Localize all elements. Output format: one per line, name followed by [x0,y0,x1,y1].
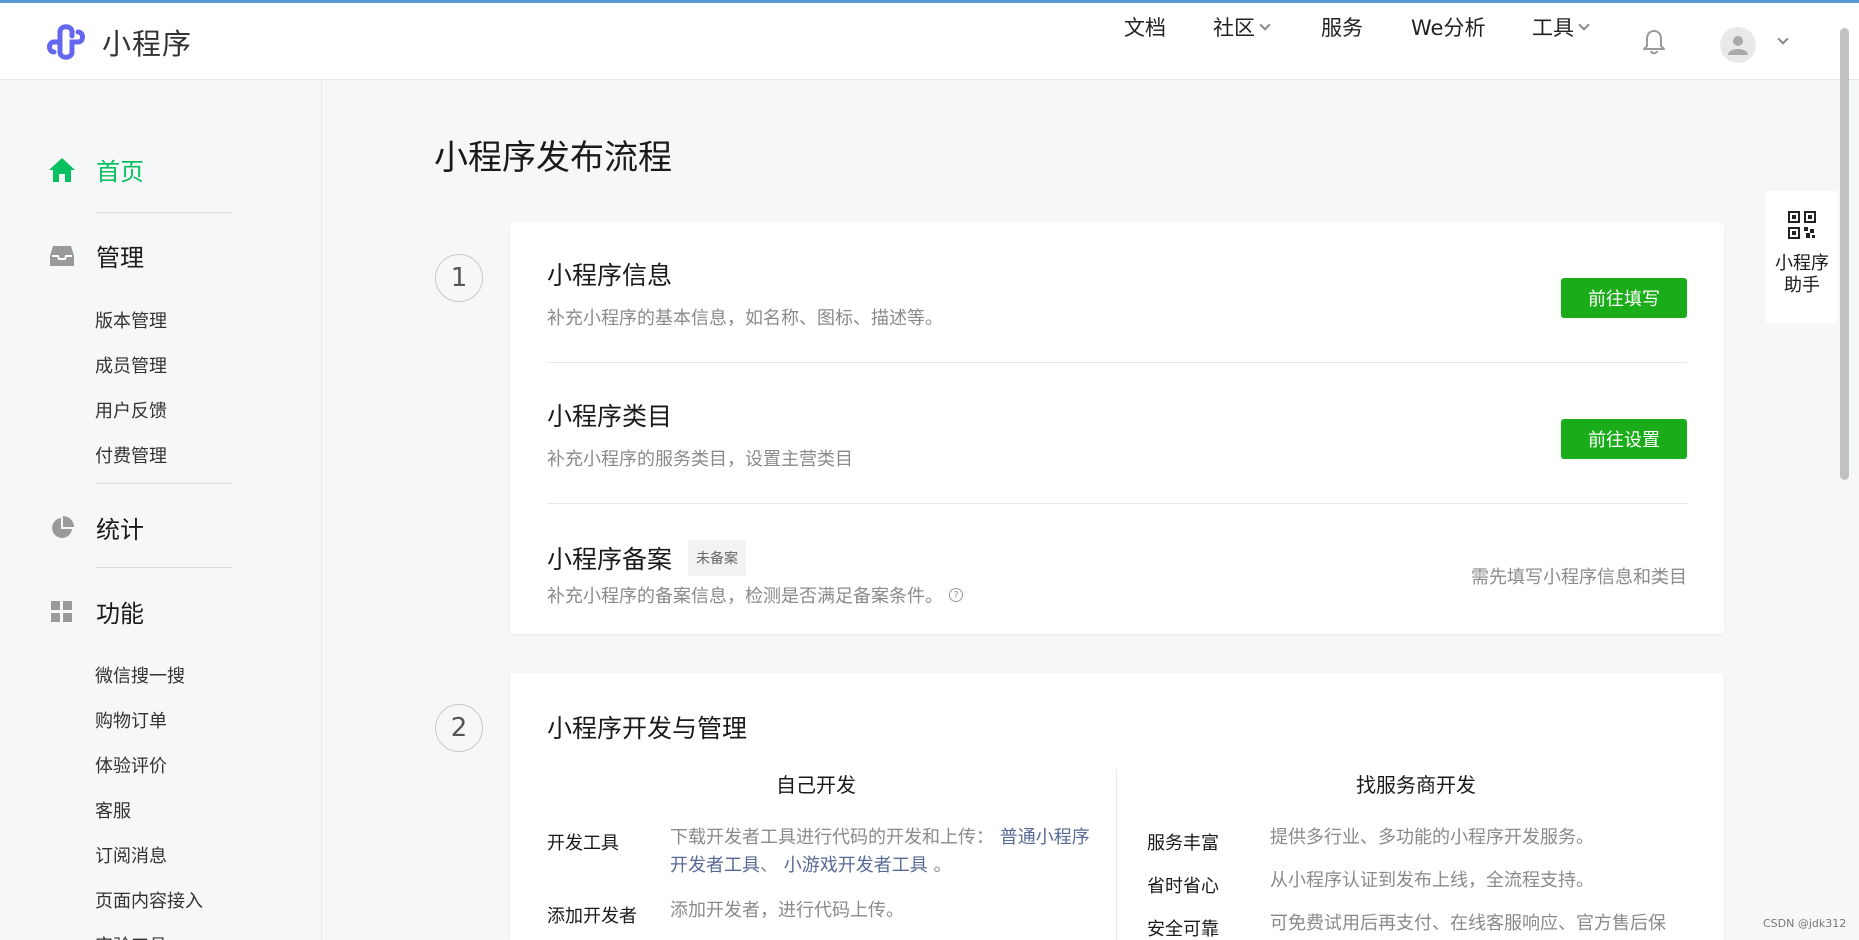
sidebar-item-label: 管理 [96,244,144,272]
app-logo[interactable]: 小程序 [46,21,192,63]
item-value: 可免费试用后再支付、在线客服响应、官方售后保 [1270,913,1666,934]
watermark: CSDN @jdk312 [1763,917,1847,930]
step1-card: 小程序信息 补充小程序的基本信息，如名称、图标、描述等。 前往填写 小程序类目 … [510,222,1724,634]
sidebar-subitem-reviews[interactable]: 体验评价 [95,752,167,778]
status-badge: 未备案 [688,540,747,576]
row-divider [547,362,1687,363]
account-chevron-down-icon[interactable] [1777,33,1789,45]
category-row: 小程序类目 补充小程序的服务类目，设置主营类目 [547,397,1687,471]
miniprogram-logo-icon [47,24,85,60]
chevron-down-icon [1259,19,1271,31]
chevron-down-icon [1578,19,1590,31]
sidebar-subitem-page-content[interactable]: 页面内容接入 [95,887,203,913]
row-desc-text: 补充小程序的备案信息，检测是否满足备案条件。 [547,586,943,607]
item-end: 。 [933,855,952,876]
help-icon[interactable]: ? [949,588,963,602]
filing-hint: 需先填写小程序信息和类目 [1471,567,1687,588]
sidebar-item-stats[interactable]: 统计 [48,510,144,545]
item-value: 下载开发者工具进行代码的开发和上传： 普通小程序开发者工具、 小游戏开发者工具 … [670,824,1090,880]
nav-docs[interactable]: 文档 [1124,12,1166,42]
page-scrollbar[interactable] [1840,28,1849,480]
nav-services[interactable]: 服务 [1321,12,1363,42]
row-title: 小程序类目 [547,402,673,431]
nav-tools[interactable]: 工具 [1532,12,1590,42]
grid-icon [48,598,76,626]
sidebar-item-home[interactable]: 首页 [48,152,144,187]
qr-code-icon [1788,211,1816,239]
column-divider [1116,769,1117,940]
vendor-dev-heading: 找服务商开发 [1356,773,1476,797]
sidebar-item-label: 首页 [96,158,144,186]
sidebar-subitem-payment[interactable]: 付费管理 [95,442,167,468]
sidebar-item-manage[interactable]: 管理 [48,238,144,273]
user-avatar-icon[interactable] [1720,27,1756,63]
sidebar-subitem-customer-service[interactable]: 客服 [95,797,131,823]
user-icon [1728,36,1748,55]
top-navbar: 小程序 文档 社区 服务 We分析 工具 [0,0,1859,80]
inbox-icon [48,242,76,270]
sidebar: 首页 管理 版本管理 成员管理 用户反馈 付费管理 统计 功能 微信搜一搜 购物… [0,80,322,940]
row-title-text: 小程序备案 [547,545,673,574]
sidebar-divider [95,212,233,213]
item-value: 提供多行业、多功能的小程序开发服务。 [1270,827,1594,848]
item-value: 从小程序认证到发布上线，全流程支持。 [1270,870,1594,891]
pie-chart-icon [48,514,76,542]
row-divider [547,503,1687,504]
sidebar-item-label: 功能 [96,600,144,628]
sidebar-subitem-subscribe-messages[interactable]: 订阅消息 [95,842,167,868]
item-value: 添加开发者，进行代码上传。 [670,900,904,921]
sidebar-divider [95,567,233,568]
row-desc: 补充小程序的基本信息，如名称、图标、描述等。 [547,308,943,329]
minigame-devtools-link[interactable]: 小游戏开发者工具 [784,855,928,876]
step-number: 2 [435,704,483,752]
sidebar-item-features[interactable]: 功能 [48,594,144,629]
item-text: 下载开发者工具进行代码的开发和上传： [670,827,994,848]
miniprogram-helper[interactable]: 小程序助手 [1766,191,1838,323]
item-key: 省时省心 [1147,876,1219,897]
item-key: 添加开发者 [547,906,637,927]
sidebar-subitem-orders[interactable]: 购物订单 [95,707,167,733]
sidebar-subitem-wechat-search[interactable]: 微信搜一搜 [95,662,185,688]
sidebar-divider [95,483,233,484]
link-separator: 、 [760,855,778,876]
set-category-button[interactable]: 前往设置 [1561,419,1687,459]
sidebar-subitem-experiment-tools[interactable]: 实验工具 [95,932,167,940]
item-key: 安全可靠 [1147,919,1219,940]
page-title: 小程序发布流程 [434,138,672,178]
step2-card: 小程序开发与管理 自己开发 找服务商开发 开发工具 下载开发者工具进行代码的开发… [510,673,1724,940]
step-number: 1 [435,254,483,302]
sidebar-subitem-version[interactable]: 版本管理 [95,307,167,333]
sidebar-subitem-members[interactable]: 成员管理 [95,352,167,378]
section-title: 小程序开发与管理 [547,714,748,743]
helper-label: 小程序助手 [1775,253,1829,296]
nav-we-analytics[interactable]: We分析 [1411,12,1485,42]
info-row: 小程序信息 补充小程序的基本信息，如名称、图标、描述等。 [547,256,1687,330]
fill-info-button[interactable]: 前往填写 [1561,278,1687,318]
bell-icon[interactable] [1643,29,1665,55]
home-icon [48,156,76,184]
item-key: 服务丰富 [1147,833,1219,854]
sidebar-item-label: 统计 [96,516,144,544]
app-name: 小程序 [102,27,193,61]
row-title: 小程序信息 [547,261,673,290]
nav-community[interactable]: 社区 [1213,12,1271,42]
self-dev-heading: 自己开发 [776,773,856,797]
sidebar-subitem-feedback[interactable]: 用户反馈 [95,397,167,423]
row-desc: 补充小程序的服务类目，设置主营类目 [547,449,853,470]
item-key: 开发工具 [547,833,619,854]
